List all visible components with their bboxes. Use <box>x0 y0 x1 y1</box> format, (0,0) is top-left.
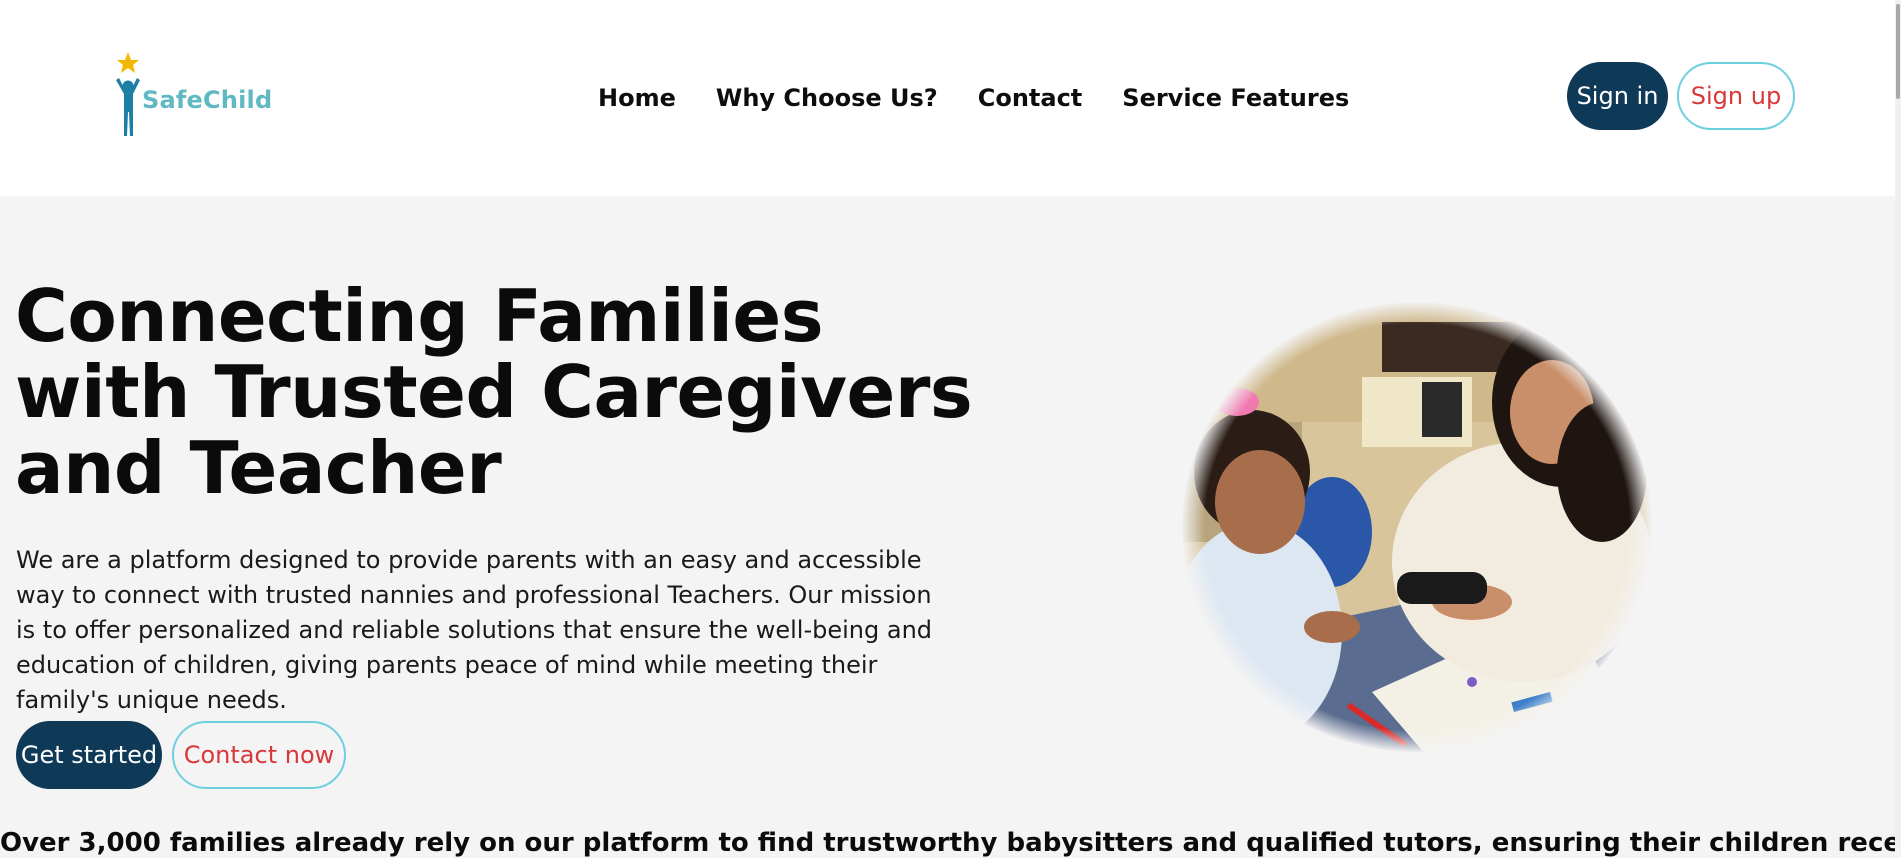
nav-service-features[interactable]: Service Features <box>1122 84 1349 112</box>
hero-image <box>1182 302 1652 752</box>
stats-text: Over 3,000 families already rely on our … <box>0 828 1895 858</box>
nav-why-choose-us[interactable]: Why Choose Us? <box>716 84 938 112</box>
logo-text: SafeChild <box>142 86 273 114</box>
nav-contact[interactable]: Contact <box>978 84 1083 112</box>
main-nav: Home Why Choose Us? Contact Service Feat… <box>598 80 1349 116</box>
sign-in-button[interactable]: Sign in <box>1567 62 1668 130</box>
scrollbar-thumb[interactable] <box>1896 4 1900 99</box>
contact-now-button[interactable]: Contact now <box>172 721 346 789</box>
logo[interactable]: SafeChild <box>112 50 272 140</box>
sign-up-button[interactable]: Sign up <box>1677 62 1795 130</box>
site-header: SafeChild Home Why Choose Us? Contact Se… <box>0 0 1895 196</box>
hero-title: Connecting Families with Trusted Caregiv… <box>15 274 973 510</box>
hero-description: We are a platform designed to provide pa… <box>16 546 933 714</box>
star-person-logo-icon <box>116 52 140 136</box>
caregiver-child-illustration <box>1182 302 1652 752</box>
scrollbar-track[interactable] <box>1895 0 1901 847</box>
get-started-button[interactable]: Get started <box>16 721 162 789</box>
nav-home[interactable]: Home <box>598 84 676 112</box>
